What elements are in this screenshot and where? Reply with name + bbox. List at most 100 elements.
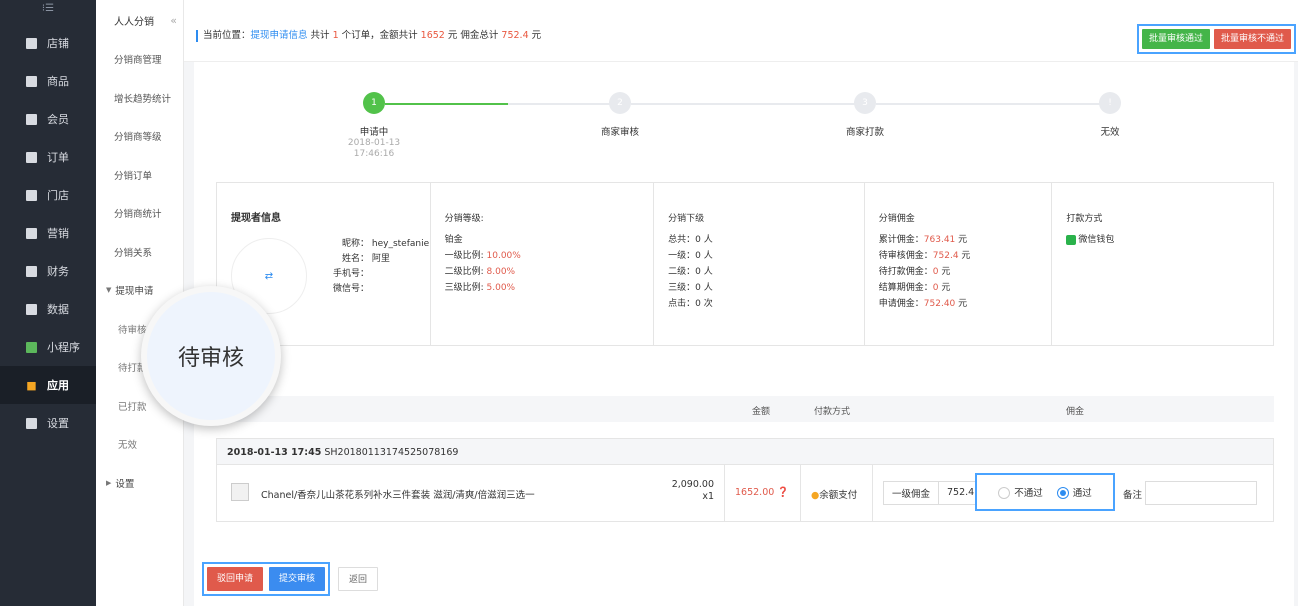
rate3-label: 三级比例: bbox=[444, 283, 484, 293]
submenu-item-growth-stats[interactable]: 增长趋势统计 bbox=[96, 79, 183, 118]
phone-label: 手机号： bbox=[332, 269, 369, 279]
comm-pending-label: 待审核佣金： bbox=[878, 251, 933, 261]
shop-icon bbox=[26, 37, 37, 49]
highlighted-actions: 驳回申请 提交审核 bbox=[202, 562, 331, 596]
info-icon[interactable]: ❓ bbox=[777, 487, 789, 498]
wechat-pay-icon bbox=[1066, 234, 1077, 245]
finance-icon bbox=[26, 265, 37, 277]
breadcrumb-link[interactable]: 提现申请信息 bbox=[251, 30, 308, 41]
order-row: Chanel/香奈儿山茶花系列补水三件套装 滋润/清爽/倍滋润三选一 2,090… bbox=[217, 465, 1273, 521]
member-icon bbox=[26, 113, 37, 125]
nav-store[interactable]: 门店 bbox=[0, 176, 96, 214]
collapse-icon[interactable]: « bbox=[170, 14, 177, 27]
nav-data[interactable]: 数据 bbox=[0, 290, 96, 328]
submenu-item-distribution-relations[interactable]: 分销关系 bbox=[96, 233, 183, 272]
approve-option[interactable]: 通过 bbox=[1056, 485, 1092, 500]
unit: 元 bbox=[938, 283, 951, 293]
reject-label: 不通过 bbox=[1014, 487, 1043, 499]
name-value: 阿里 bbox=[371, 254, 390, 264]
batch-approve-button[interactable]: 批量审核通过 bbox=[1141, 29, 1210, 49]
sub-level3: 三级：0 人 bbox=[668, 283, 713, 293]
menu-toggle-icon[interactable]: ⁝☰ bbox=[0, 0, 96, 24]
nav-label: 应用 bbox=[47, 379, 69, 392]
breadcrumb-text: 元 佣金总计 bbox=[444, 30, 502, 41]
nav-order[interactable]: 订单 bbox=[0, 138, 96, 176]
step-circle: 2 bbox=[609, 92, 631, 114]
step-date: 2018-01-13 bbox=[347, 138, 401, 148]
submenu-item-distributor-level[interactable]: 分销商等级 bbox=[96, 117, 183, 156]
commission-cell: 一级佣金 752.4 不通过 通过 备注 bbox=[873, 465, 1273, 521]
applicant-details: 昵称： hey_stefanie 姓名： 阿里 手机号： 微信号： bbox=[329, 237, 429, 297]
main-area: 当前位置：提现申请信息 共计 1 个订单，金额共计 1652 元 佣金总计 75… bbox=[184, 0, 1298, 606]
order-pay-method: ●余额支付 bbox=[811, 487, 857, 501]
info-panel: 提现者信息 ⇄ 昵称： hey_stefanie 姓名： 阿里 手机号： 微信号… bbox=[216, 182, 1274, 346]
nav-miniapp[interactable]: 小程序 bbox=[0, 328, 96, 366]
rate1-value: 10.00% bbox=[486, 251, 521, 261]
product-price-qty: 2,090.00 x1 bbox=[672, 479, 714, 503]
unit: 元 bbox=[955, 299, 968, 309]
pay-title: 打款方式 bbox=[1066, 214, 1103, 224]
batch-reject-button[interactable]: 批量审核不通过 bbox=[1213, 29, 1291, 49]
reject-option[interactable]: 不通过 bbox=[998, 485, 1043, 500]
col-commission: 佣金 bbox=[1066, 407, 1085, 417]
applicant-title: 提现者信息 bbox=[231, 213, 281, 224]
miniapp-icon bbox=[26, 341, 37, 353]
comm-settle-label: 结算期佣金： bbox=[878, 283, 933, 293]
commission-box: 一级佣金 752.4 bbox=[883, 481, 984, 505]
unit: 元 bbox=[958, 251, 971, 261]
submenu-header: 人人分销 « bbox=[96, 0, 183, 40]
submit-review-button[interactable]: 提交审核 bbox=[269, 567, 326, 591]
settings-icon bbox=[26, 417, 37, 429]
step-invalid: ! 无效 bbox=[1050, 92, 1170, 138]
submenu-item-distributor-mgmt[interactable]: 分销商管理 bbox=[96, 40, 183, 79]
submenu-item-distribution-orders[interactable]: 分销订单 bbox=[96, 156, 183, 195]
nav-label: 营销 bbox=[47, 227, 69, 240]
comm-apply-value: 752.40 bbox=[923, 299, 956, 309]
nav-app[interactable]: ■ 应用 bbox=[0, 366, 96, 404]
nav-goods[interactable]: 商品 bbox=[0, 62, 96, 100]
step-circle: 1 bbox=[363, 92, 385, 114]
product-qty: x1 bbox=[702, 491, 714, 502]
submenu-group-settings[interactable]: ▶ 设置 bbox=[96, 464, 183, 503]
nav-marketing[interactable]: 营销 bbox=[0, 214, 96, 252]
step-label: 无效 bbox=[1100, 127, 1120, 138]
audit-radio-group: 不通过 通过 bbox=[975, 473, 1115, 511]
step-label: 申请中 bbox=[359, 127, 389, 138]
nav-shop[interactable]: 店铺 bbox=[0, 24, 96, 62]
submenu-item-invalid[interactable]: 无效 bbox=[96, 425, 183, 464]
approve-radio[interactable] bbox=[1056, 487, 1069, 500]
note-input[interactable] bbox=[1145, 481, 1257, 505]
revoke-button[interactable]: 驳回申请 bbox=[207, 567, 264, 591]
amount-total: 1652 bbox=[420, 30, 445, 41]
step-circle: ! bbox=[1099, 92, 1121, 114]
step-merchant-payment: 3 商家打款 bbox=[805, 92, 925, 138]
commission-title: 分销佣金 bbox=[878, 214, 915, 224]
subordinate-info: 分销下级 总共：0 人 一级：0 人 二级：0 人 三级：0 人 点击：0 次 bbox=[654, 183, 865, 345]
commission-total: 752.4 bbox=[501, 30, 529, 41]
nickname-label: 昵称： bbox=[341, 239, 369, 249]
submenu-group-label: 设置 bbox=[115, 478, 135, 490]
breadcrumb-text: 个订单，金额共计 bbox=[338, 30, 421, 41]
wechat-label: 微信号： bbox=[332, 284, 369, 294]
nav-member[interactable]: 会员 bbox=[0, 100, 96, 138]
nav-finance[interactable]: 财务 bbox=[0, 252, 96, 290]
content-panel: 1 申请中 2018-01-13 17:46:16 2 商家审核 3 商家打款 … bbox=[194, 62, 1294, 606]
nav-settings[interactable]: 设置 bbox=[0, 404, 96, 442]
reject-radio[interactable] bbox=[998, 487, 1011, 500]
submenu-item-distributor-stats[interactable]: 分销商统计 bbox=[96, 194, 183, 233]
back-button[interactable]: 返回 bbox=[338, 567, 379, 591]
submenu-title: 人人分销 bbox=[114, 16, 154, 28]
product-price: 2,090.00 bbox=[671, 479, 714, 490]
chevron-right-icon: ▶ bbox=[106, 478, 112, 487]
goods-icon bbox=[26, 75, 37, 87]
nav-label: 财务 bbox=[47, 265, 69, 278]
breadcrumb-text: 共计 bbox=[307, 30, 333, 41]
col-pay: 付款方式 bbox=[814, 407, 851, 417]
nav-label: 门店 bbox=[47, 189, 69, 202]
magnifier-text: 待审核 bbox=[177, 346, 244, 371]
product-name: Chanel/香奈儿山茶花系列补水三件套装 滋润/清爽/倍滋润三选一 bbox=[261, 490, 535, 501]
sub-level2: 二级：0 人 bbox=[668, 267, 713, 277]
chevron-down-icon: ▼ bbox=[106, 286, 112, 295]
rate2-label: 二级比例: bbox=[444, 267, 484, 277]
order-datetime: 2018-01-13 17:45 bbox=[227, 447, 322, 458]
